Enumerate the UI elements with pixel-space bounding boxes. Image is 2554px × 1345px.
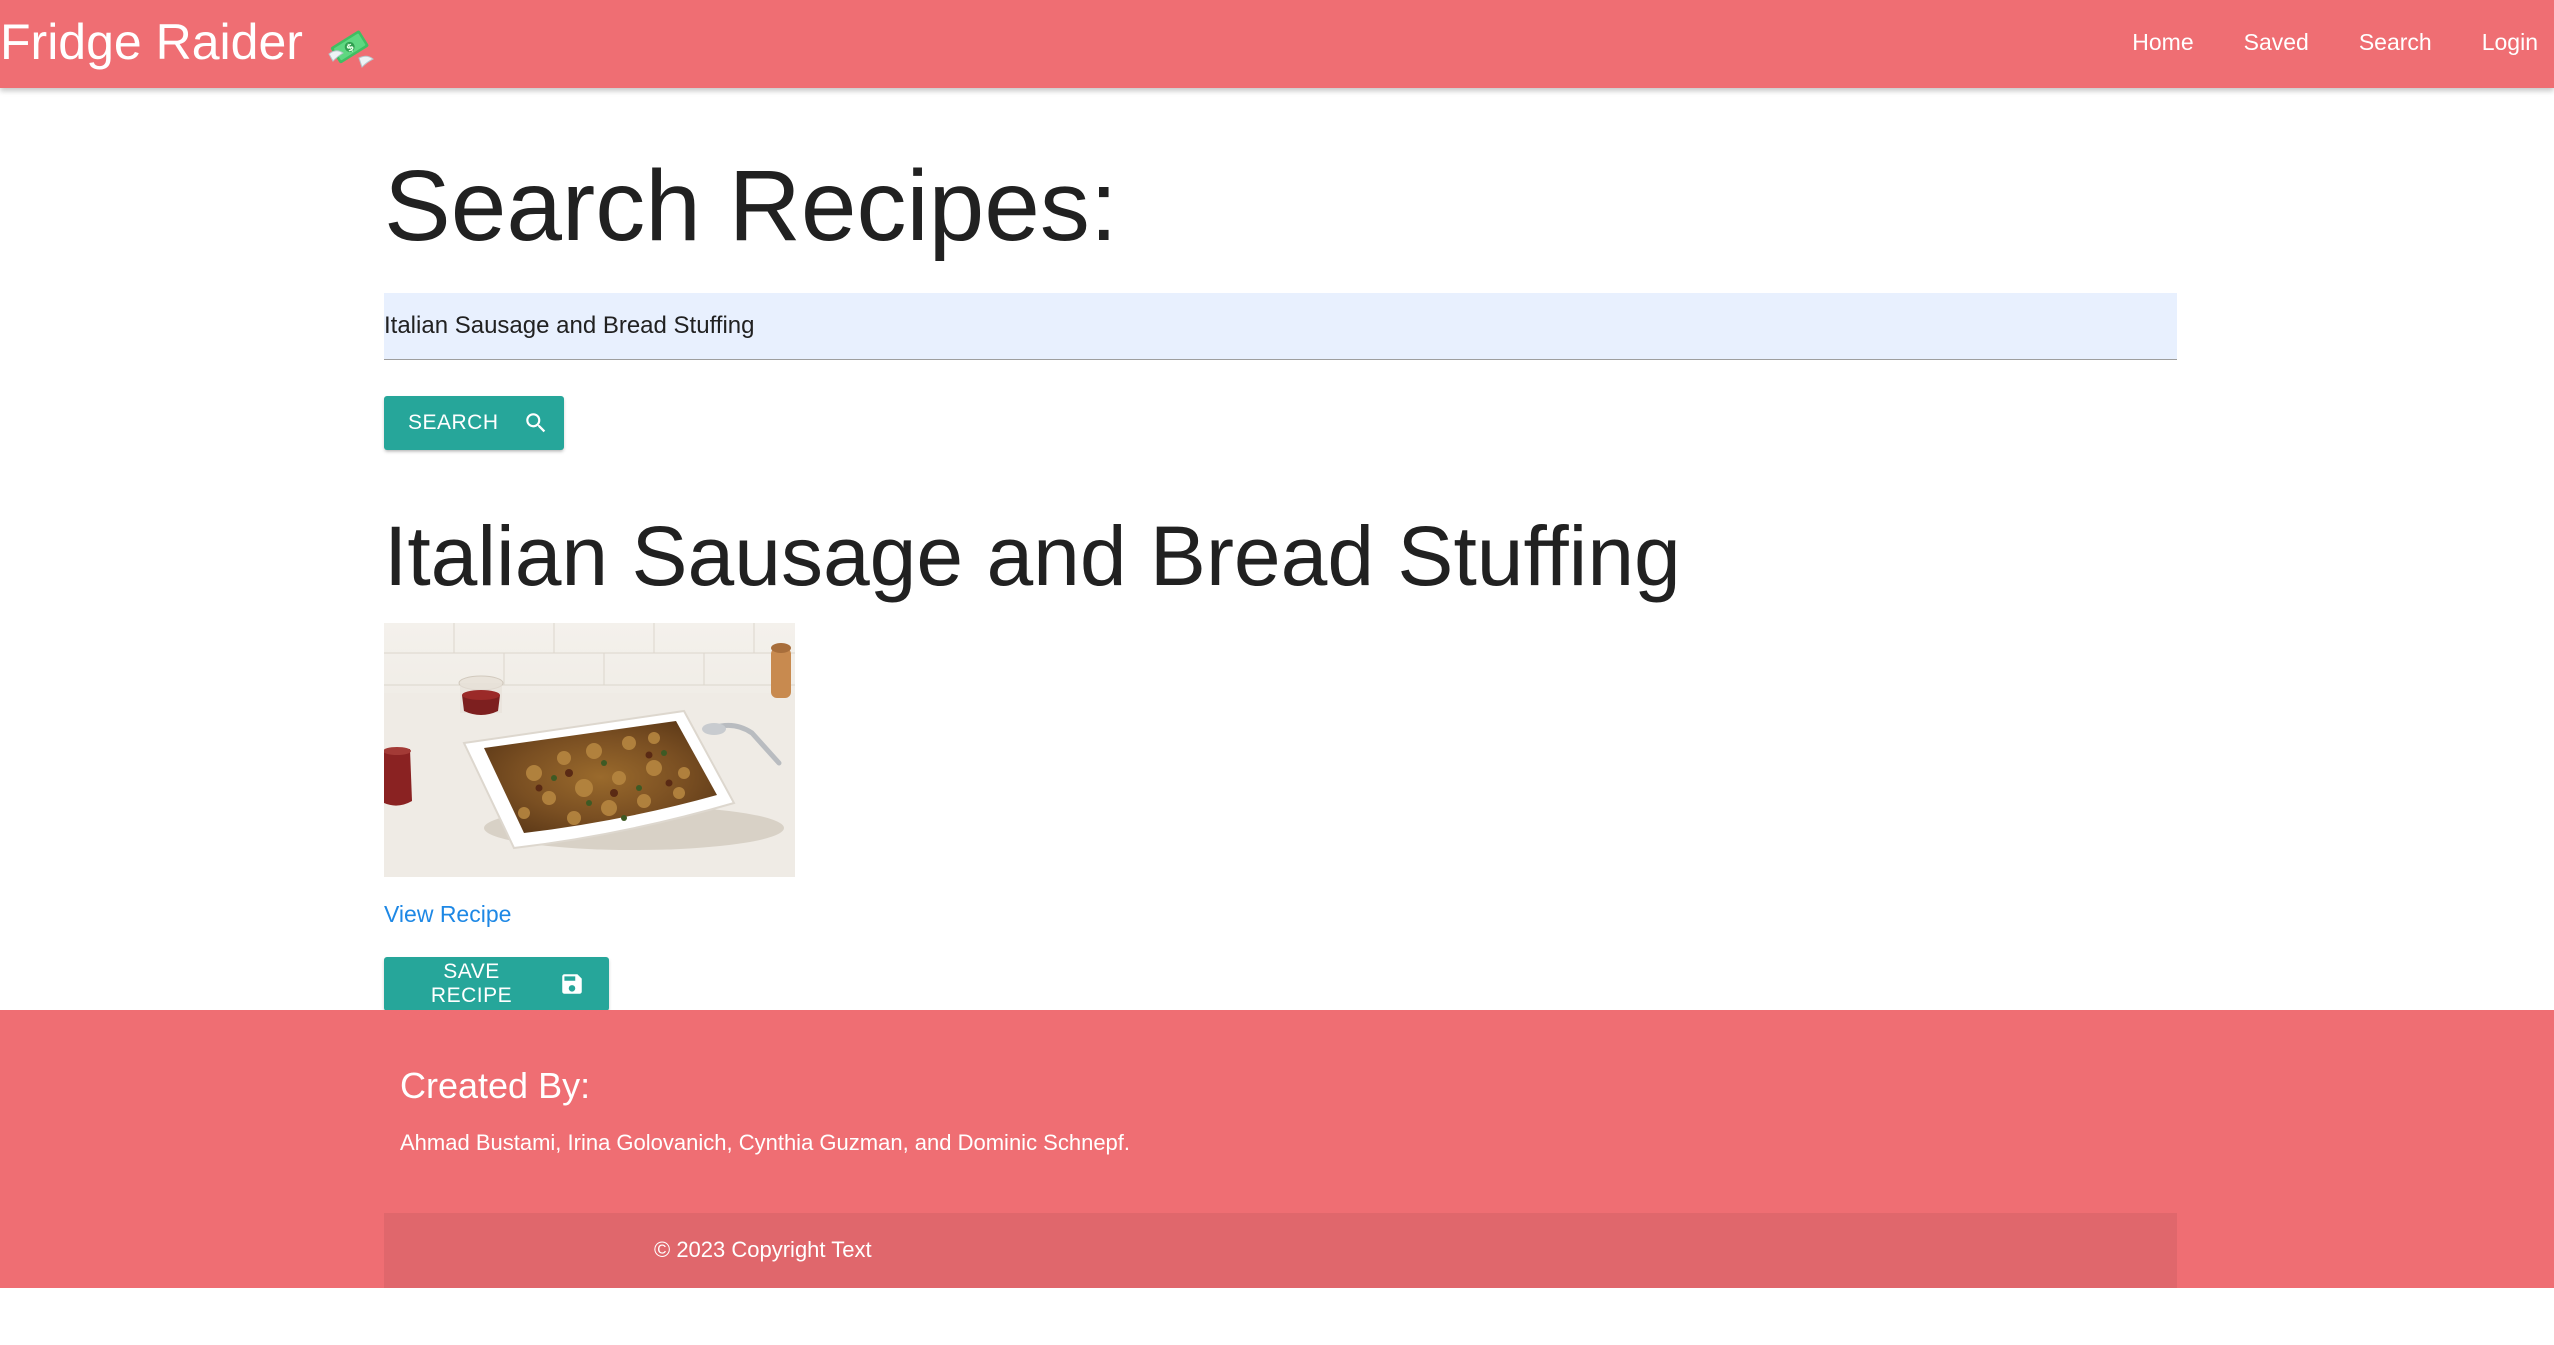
search-input[interactable] — [384, 293, 2177, 360]
recipe-image[interactable] — [384, 623, 795, 877]
search-button-label: Search — [408, 411, 499, 434]
brand-logo[interactable]: Fridge Raider $ — [0, 0, 377, 84]
view-recipe-link[interactable]: View Recipe — [384, 901, 511, 928]
nav-link-saved[interactable]: Saved — [2244, 29, 2309, 56]
search-button[interactable]: Search — [384, 396, 564, 450]
page-title: Search Recipes: — [384, 150, 1118, 262]
navbar: Fridge Raider $ Home Saved Search Login — [0, 0, 2554, 88]
footer-heading: Created By: — [400, 1065, 591, 1106]
footer-authors: Ahmad Bustami, Irina Golovanich, Cynthia… — [400, 1130, 1131, 1155]
page-footer: Created By: Ahmad Bustami, Irina Golovan… — [0, 1010, 2554, 1288]
brand-name: Fridge Raider — [0, 14, 303, 70]
floppy-disk-icon — [559, 971, 585, 997]
money-with-wings-icon: $ — [325, 16, 377, 68]
nav-links: Home Saved Search Login — [2082, 0, 2538, 84]
nav-link-login[interactable]: Login — [2482, 29, 2538, 56]
save-recipe-button[interactable]: Save Recipe — [384, 957, 609, 1011]
footer-copyright-bar: © 2023 Copyright Text — [384, 1213, 2177, 1288]
search-icon — [523, 410, 549, 436]
nav-link-home[interactable]: Home — [2132, 29, 2193, 56]
save-recipe-label: Save Recipe — [430, 960, 513, 1007]
copyright-text: © 2023 Copyright Text — [654, 1237, 872, 1262]
nav-link-search[interactable]: Search — [2359, 29, 2432, 56]
recipe-title: Italian Sausage and Bread Stuffing — [384, 509, 1681, 603]
